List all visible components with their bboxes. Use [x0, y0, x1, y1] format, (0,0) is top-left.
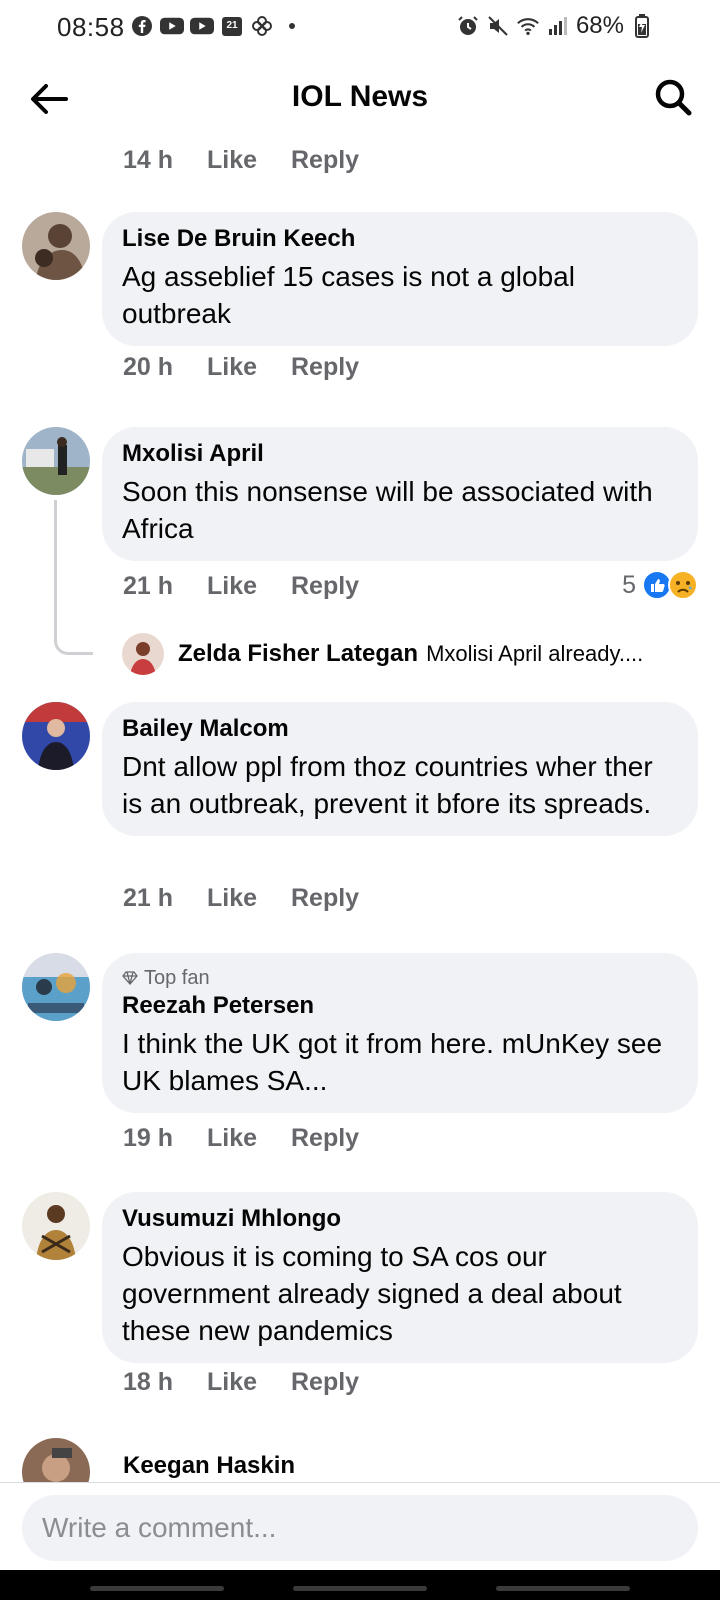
comment-time: 20 h	[123, 353, 174, 381]
avatar[interactable]	[22, 953, 90, 1021]
reply-thread-line	[54, 500, 93, 655]
comment-actions: 14 h Like Reply	[123, 146, 359, 175]
youtube-notification-icon-2	[190, 14, 214, 38]
battery-charging-icon	[630, 14, 654, 38]
comment-actions: 18 h Like Reply	[123, 1368, 359, 1397]
reaction-count: 5	[622, 570, 636, 599]
home-button[interactable]	[293, 1586, 427, 1591]
reply-button[interactable]: Reply	[291, 146, 359, 175]
reply-button[interactable]: Reply	[291, 353, 359, 382]
comment-time: 14 h	[123, 146, 174, 174]
reply-button[interactable]: Reply	[291, 1124, 359, 1153]
calendar-date-label: 21	[226, 20, 238, 31]
top-fan-badge: Top fan	[122, 965, 678, 991]
comment-text: Soon this nonsense will be associated wi…	[122, 476, 653, 544]
comment-time: 19 h	[123, 1124, 174, 1152]
comment-text: I think the UK got it from here. mUnKey …	[122, 1028, 663, 1096]
youtube-notification-icon	[160, 14, 184, 38]
wifi-icon	[516, 14, 540, 38]
top-fan-label: Top fan	[144, 967, 210, 989]
comment-time: 21 h	[123, 572, 174, 600]
comment-author[interactable]: Reezah Petersen	[122, 991, 678, 1021]
status-bar: 08:58 21 68%	[0, 0, 720, 56]
comment-bubble[interactable]: Vusumuzi Mhlongo Obvious it is coming to…	[102, 1192, 698, 1363]
comment-author[interactable]: Mxolisi April	[122, 439, 678, 469]
like-button[interactable]: Like	[207, 353, 291, 382]
comment-text: Obvious it is coming to SA cos our gover…	[122, 1241, 622, 1346]
reply-preview[interactable]: Zelda Fisher Lategan Mxolisi April alrea…	[122, 633, 643, 675]
comment-composer	[0, 1482, 720, 1571]
like-button[interactable]: Like	[207, 572, 291, 601]
reply-author[interactable]: Zelda Fisher Lategan	[178, 640, 418, 668]
alarm-icon	[456, 14, 480, 38]
calendar-notification-icon: 21	[220, 14, 244, 38]
status-time: 08:58	[57, 12, 125, 42]
system-back-button[interactable]	[496, 1586, 630, 1591]
comment-author[interactable]: Lise De Bruin Keech	[122, 224, 678, 254]
reply-text: Mxolisi April already....	[426, 641, 644, 666]
comment-bubble[interactable]: Top fan Reezah Petersen I think the UK g…	[102, 953, 698, 1113]
pinwheel-notification-icon	[250, 14, 274, 38]
search-icon	[655, 79, 692, 116]
more-notifications-dot-icon	[280, 14, 304, 38]
mute-icon	[486, 14, 510, 38]
like-button[interactable]: Like	[207, 146, 291, 175]
comment-bubble[interactable]: Lise De Bruin Keech Ag asseblief 15 case…	[102, 212, 698, 346]
battery-percent: 68%	[575, 12, 624, 39]
avatar[interactable]	[22, 1192, 90, 1260]
comment-time: 21 h	[123, 884, 174, 912]
facebook-notification-icon	[130, 14, 154, 38]
system-icons: 68%	[456, 12, 654, 40]
reply-button[interactable]: Reply	[291, 884, 359, 913]
reply-button[interactable]: Reply	[291, 572, 359, 601]
comment-actions: 19 h Like Reply	[123, 1124, 359, 1153]
comment-actions: 21 h Like Reply	[123, 884, 359, 913]
comment-input[interactable]	[22, 1495, 698, 1561]
page-title: IOL News	[291, 80, 429, 113]
diamond-icon	[122, 971, 138, 985]
like-button[interactable]: Like	[207, 1124, 291, 1153]
reply-button[interactable]: Reply	[291, 1368, 359, 1397]
comment-time: 18 h	[123, 1368, 174, 1396]
comment-author[interactable]: Bailey Malcom	[122, 714, 678, 744]
app-header: IOL News	[0, 56, 720, 142]
comment-actions: 20 h Like Reply	[123, 353, 359, 382]
comment-author[interactable]: Vusumuzi Mhlongo	[122, 1204, 678, 1234]
avatar[interactable]	[22, 212, 90, 280]
avatar[interactable]	[22, 427, 90, 495]
like-button[interactable]: Like	[207, 1368, 291, 1397]
recent-apps-button[interactable]	[90, 1586, 224, 1591]
comments-screen: 08:58 21 68% IOL News 14 h Like Reply Li…	[0, 0, 720, 1600]
system-navigation-bar	[0, 1570, 720, 1600]
comment-author[interactable]: Keegan Haskin	[123, 1451, 295, 1481]
reactions-summary[interactable]: 5	[622, 570, 698, 600]
sad-reaction-icon	[668, 570, 698, 600]
comment-bubble[interactable]: Mxolisi April Soon this nonsense will be…	[102, 427, 698, 561]
avatar[interactable]	[122, 633, 164, 675]
notification-icons: 21	[130, 14, 304, 38]
avatar[interactable]	[22, 702, 90, 770]
signal-icon	[546, 14, 570, 38]
search-button[interactable]	[650, 74, 696, 120]
comment-actions: 21 h Like Reply	[123, 572, 359, 601]
like-button[interactable]: Like	[207, 884, 291, 913]
comment-bubble[interactable]: Bailey Malcom Dnt allow ppl from thoz co…	[102, 702, 698, 836]
comment-text: Dnt allow ppl from thoz countries wher t…	[122, 751, 653, 819]
comment-text: Ag asseblief 15 cases is not a global ou…	[122, 261, 575, 329]
